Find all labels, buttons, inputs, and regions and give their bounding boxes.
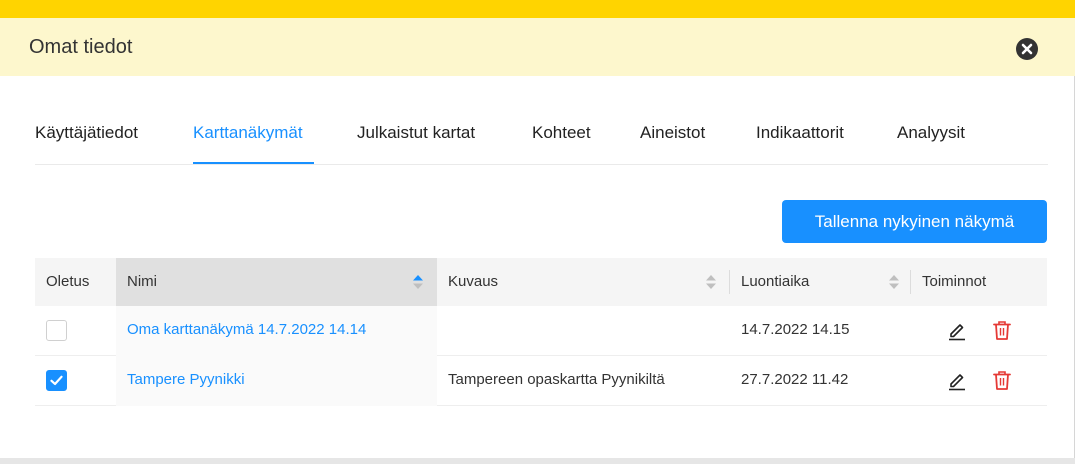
pencil-icon[interactable]	[946, 369, 968, 391]
table-header: Oletus Nimi Kuvaus Luontiaika Toiminnot	[35, 258, 1047, 306]
table-row: Tampere Pyynikki Tampereen opaskartta Py…	[35, 356, 1047, 406]
trash-icon[interactable]	[991, 369, 1013, 391]
close-icon[interactable]	[1016, 38, 1038, 60]
tab-analyses[interactable]: Analyysit	[897, 123, 965, 143]
map-background	[0, 458, 1075, 464]
sort-arrows-icon[interactable]	[705, 273, 717, 291]
save-current-view-button[interactable]: Tallenna nykyinen näkymä	[782, 200, 1047, 243]
column-header-description-label: Kuvaus	[448, 273, 499, 290]
column-header-name-label: Nimi	[127, 273, 157, 290]
active-tab-indicator	[193, 162, 314, 164]
column-header-default: Oletus	[46, 273, 90, 290]
tab-indicators[interactable]: Indikaattorit	[756, 123, 844, 143]
map-view-name-link[interactable]: Oma karttanäkymä 14.7.2022 14.14	[127, 306, 366, 356]
check-icon	[50, 375, 63, 386]
dialog-header: Omat tiedot	[0, 18, 1075, 76]
trash-icon[interactable]	[991, 319, 1013, 341]
column-header-name[interactable]: Nimi	[116, 258, 437, 306]
column-header-created-label: Luontiaika	[741, 273, 810, 290]
pencil-icon[interactable]	[946, 319, 968, 341]
map-view-description: Tampereen opaskartta Pyynikiltä	[448, 371, 665, 388]
tab-datasets[interactable]: Aineistot	[640, 123, 705, 143]
map-view-name-link[interactable]: Tampere Pyynikki	[127, 356, 245, 406]
tab-published-maps[interactable]: Julkaistut kartat	[357, 123, 475, 143]
tab-map-views[interactable]: Karttanäkymät	[193, 123, 303, 143]
sort-ascending-icon[interactable]	[412, 273, 424, 291]
top-accent-bar	[0, 0, 1075, 18]
tab-user-info[interactable]: Käyttäjätiedot	[35, 123, 138, 143]
table-row: Oma karttanäkymä 14.7.2022 14.14 14.7.20…	[35, 306, 1047, 356]
column-header-actions: Toiminnot	[922, 273, 987, 290]
map-view-created: 14.7.2022 14.15	[741, 321, 850, 338]
default-checkbox[interactable]	[46, 320, 67, 341]
tab-bar: Käyttäjätiedot Karttanäkymät Julkaistut …	[35, 76, 1048, 165]
map-view-created: 27.7.2022 11.42	[741, 371, 849, 388]
column-header-created[interactable]: Luontiaika	[730, 258, 910, 306]
dialog-title: Omat tiedot	[29, 36, 133, 58]
sort-arrows-icon[interactable]	[888, 273, 900, 291]
default-checkbox-checked[interactable]	[46, 370, 67, 391]
column-header-description[interactable]: Kuvaus	[437, 258, 729, 306]
tab-places[interactable]: Kohteet	[532, 123, 591, 143]
